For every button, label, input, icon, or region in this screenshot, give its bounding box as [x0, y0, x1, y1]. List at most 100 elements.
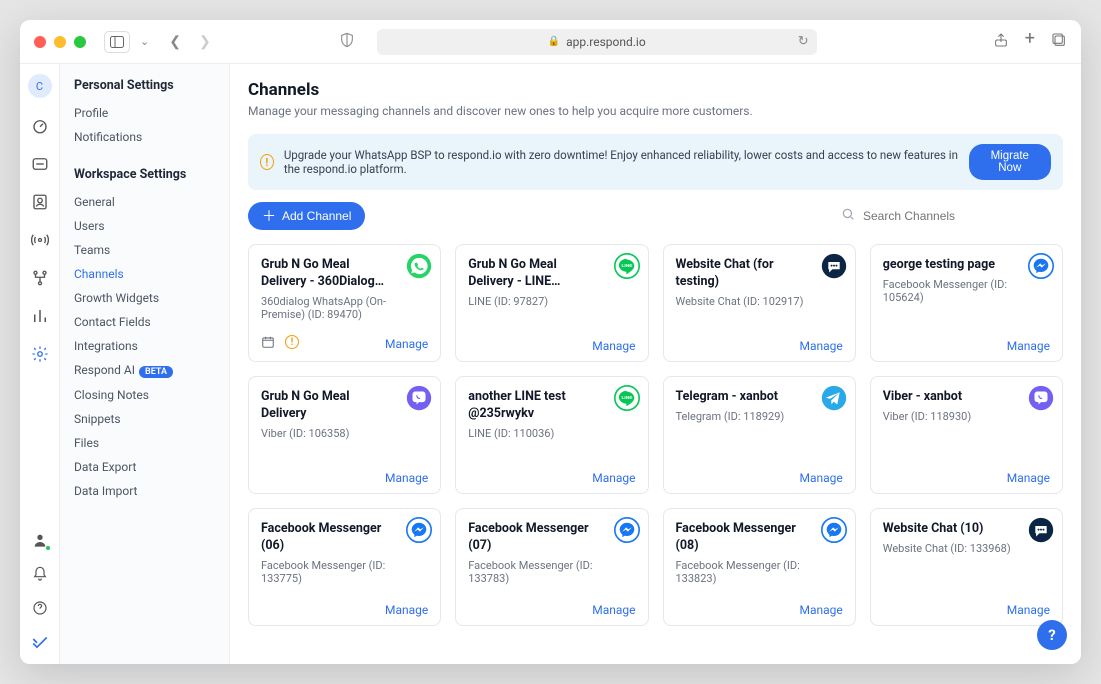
settings-item-profile[interactable]: Profile — [74, 101, 229, 125]
channel-title: Facebook Messenger (06) — [261, 521, 428, 555]
reports-icon[interactable] — [30, 306, 50, 326]
close-window-button[interactable] — [34, 36, 46, 48]
viber-icon — [406, 385, 432, 411]
channel-card: Viber - xanbot Viber (ID: 118930) Manage — [870, 376, 1063, 494]
calendar-icon[interactable] — [261, 335, 275, 353]
channel-subtitle: Telegram (ID: 118929) — [676, 410, 843, 423]
workflows-icon[interactable] — [30, 268, 50, 288]
svg-text:LINE: LINE — [621, 395, 633, 401]
viber-icon — [1028, 385, 1054, 411]
channel-subtitle: Viber (ID: 118930) — [883, 410, 1050, 423]
svg-text:LINE: LINE — [621, 263, 633, 269]
minimize-window-button[interactable] — [54, 36, 66, 48]
add-channel-button[interactable]: ＋ Add Channel — [248, 202, 365, 230]
notifications-icon[interactable] — [30, 564, 50, 584]
broadcast-icon[interactable] — [30, 230, 50, 250]
chevron-down-icon[interactable]: ⌄ — [140, 35, 149, 48]
reload-button[interactable]: ↻ — [798, 34, 809, 49]
manage-link[interactable]: Manage — [1007, 339, 1050, 353]
manage-link[interactable]: Manage — [592, 471, 635, 485]
fullscreen-window-button[interactable] — [74, 36, 86, 48]
brand-logo-icon[interactable] — [30, 632, 50, 652]
channel-card: Facebook Messenger (06)Facebook Messenge… — [248, 508, 441, 626]
presence-icon[interactable] — [30, 530, 50, 550]
channel-card: Facebook Messenger (07)Facebook Messenge… — [455, 508, 648, 626]
warning-icon[interactable]: ! — [285, 335, 299, 349]
channels-toolbar: ＋ Add Channel — [248, 202, 1063, 230]
personal-settings-heading: Personal Settings — [74, 78, 229, 93]
channel-title: george testing page — [883, 257, 1050, 274]
settings-item-contact-fields[interactable]: Contact Fields — [74, 310, 229, 334]
settings-item-data-import[interactable]: Data Import — [74, 479, 229, 503]
settings-icon[interactable] — [30, 344, 50, 364]
migrate-now-button[interactable]: Migrate Now — [969, 144, 1051, 180]
channel-subtitle: 360dialog WhatsApp (On-Premise) (ID: 894… — [261, 295, 428, 321]
address-bar[interactable]: 🔒 app.respond.io ↻ — [377, 29, 817, 55]
lock-icon: 🔒 — [548, 36, 560, 47]
channel-title: Telegram - xanbot — [676, 389, 843, 406]
share-button[interactable] — [993, 32, 1009, 52]
sidebar-toggle-button[interactable] — [104, 31, 130, 53]
settings-item-data-export[interactable]: Data Export — [74, 455, 229, 479]
manage-link[interactable]: Manage — [385, 337, 428, 351]
main-content: Channels Manage your messaging channels … — [230, 64, 1081, 664]
messenger-icon — [1028, 253, 1054, 279]
page-title: Channels — [248, 80, 1063, 100]
help-icon[interactable] — [30, 598, 50, 618]
forward-button[interactable]: ❯ — [199, 34, 211, 50]
chat-dark-icon — [1028, 517, 1054, 543]
line-icon: LINE — [614, 253, 640, 279]
new-tab-button[interactable]: + — [1025, 32, 1035, 52]
channel-card: Facebook Messenger (08)Facebook Messenge… — [663, 508, 856, 626]
manage-link[interactable]: Manage — [799, 339, 842, 353]
privacy-shield-icon[interactable] — [339, 32, 355, 52]
settings-item-snippets[interactable]: Snippets — [74, 407, 229, 431]
inbox-icon[interactable] — [30, 154, 50, 174]
channel-card: george testing page Facebook Messenger (I… — [870, 244, 1063, 362]
dashboard-icon[interactable] — [30, 116, 50, 136]
settings-item-notifications[interactable]: Notifications — [74, 125, 229, 149]
manage-link[interactable]: Manage — [592, 603, 635, 617]
settings-item-channels[interactable]: Channels — [74, 262, 229, 286]
beta-badge: BETA — [139, 366, 173, 378]
settings-item-growth-widgets[interactable]: Growth Widgets — [74, 286, 229, 310]
manage-link[interactable]: Manage — [1007, 471, 1050, 485]
manage-link[interactable]: Manage — [385, 603, 428, 617]
line-icon: LINE — [614, 385, 640, 411]
back-button[interactable]: ❮ — [169, 34, 181, 50]
contacts-icon[interactable] — [30, 192, 50, 212]
channel-title: Viber - xanbot — [883, 389, 1050, 406]
settings-item-respond-ai[interactable]: Respond AIBETA — [74, 358, 229, 383]
manage-link[interactable]: Manage — [1007, 603, 1050, 617]
search-channels-input[interactable] — [863, 209, 1063, 223]
settings-item-integrations[interactable]: Integrations — [74, 334, 229, 358]
manage-link[interactable]: Manage — [592, 339, 635, 353]
settings-item-teams[interactable]: Teams — [74, 238, 229, 262]
channel-title: Grub N Go Meal Delivery — [261, 389, 428, 423]
channel-title: Grub N Go Meal Delivery - LINE… — [468, 257, 635, 291]
whatsapp-icon — [406, 253, 432, 279]
channel-card: Website Chat (10)Website Chat (ID: 13396… — [870, 508, 1063, 626]
channel-card: LINEGrub N Go Meal Delivery - LINE…LINE … — [455, 244, 648, 362]
settings-panel: Personal Settings ProfileNotifications W… — [60, 64, 230, 664]
channel-subtitle: Facebook Messenger (ID: 105624) — [883, 278, 1050, 304]
nav-rail: C — [20, 64, 60, 664]
channel-title: Website Chat (10) — [883, 521, 1050, 538]
channel-title: Website Chat (for testing) — [676, 257, 843, 291]
settings-item-files[interactable]: Files — [74, 431, 229, 455]
channel-card: Website Chat (for testing)Website Chat (… — [663, 244, 856, 362]
channel-title: Facebook Messenger (08) — [676, 521, 843, 555]
browser-titlebar: ⌄ ❮ ❯ 🔒 app.respond.io ↻ + — [20, 20, 1081, 64]
channel-card: Grub N Go Meal DeliveryViber (ID: 106358… — [248, 376, 441, 494]
manage-link[interactable]: Manage — [385, 471, 428, 485]
settings-item-general[interactable]: General — [74, 190, 229, 214]
settings-item-users[interactable]: Users — [74, 214, 229, 238]
manage-link[interactable]: Manage — [799, 603, 842, 617]
help-fab-button[interactable]: ? — [1037, 620, 1067, 650]
settings-item-closing-notes[interactable]: Closing Notes — [74, 383, 229, 407]
tab-overview-button[interactable] — [1051, 32, 1067, 52]
user-avatar[interactable]: C — [28, 74, 52, 98]
manage-link[interactable]: Manage — [799, 471, 842, 485]
chat-dark-icon — [821, 253, 847, 279]
upgrade-banner: ! Upgrade your WhatsApp BSP to respond.i… — [248, 134, 1063, 190]
